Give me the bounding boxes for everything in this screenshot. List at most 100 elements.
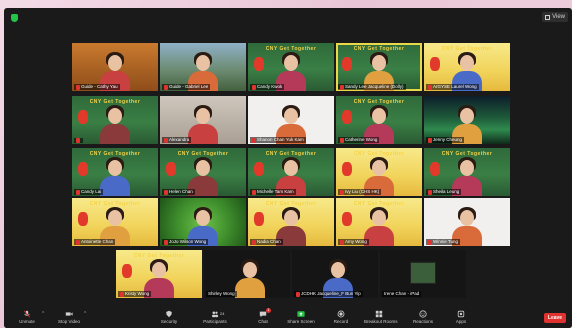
red-lantern-icon [78, 110, 88, 124]
record-button[interactable]: Record [326, 309, 356, 327]
red-lantern-icon [342, 212, 352, 226]
participant-name-label: Helen Chan [162, 189, 195, 195]
participant-name: Candy Kwok [257, 84, 283, 89]
participant-name: ArGYSE Laurel Wong [433, 84, 477, 89]
participant-tile[interactable]: Guide - Cathy Yau [72, 43, 158, 91]
participant-tile[interactable]: CNY Get Together Sheila Leung [424, 148, 510, 196]
chat-button[interactable]: 1 Chat [248, 308, 278, 327]
participant-tile[interactable]: CNY Get Together Helen Chan [160, 148, 246, 196]
participant-name: Kristy Wong [125, 291, 150, 296]
participant-name-label: Candy Lai [74, 189, 104, 195]
participant-name-label: Amy Wong [338, 239, 369, 245]
chat-label: Chat [258, 319, 268, 324]
microphone-muted-icon [76, 239, 80, 245]
video-camera-icon [65, 312, 73, 316]
microphone-muted-icon [252, 239, 256, 245]
participant-tile[interactable]: CNY Get Together Ivy Liu (CHS HK) [336, 148, 422, 196]
security-label: Security [160, 319, 178, 324]
red-lantern-icon [254, 57, 264, 71]
participant-video [188, 104, 218, 144]
participant-tile[interactable]: Guide - Gabriel Lee [160, 43, 246, 91]
microphone-muted-icon [340, 239, 344, 245]
microphone-muted-icon [164, 189, 168, 195]
microphone-muted-icon [340, 137, 344, 143]
participant-name: Shirley Wong [208, 291, 235, 296]
participant-video [100, 156, 130, 196]
shared-ipad-screen [410, 261, 436, 284]
participant-tile[interactable]: CNY Get Together [72, 96, 158, 144]
microphone-muted-icon [120, 291, 124, 297]
participant-tile[interactable]: Irene Chan - iPad [380, 250, 466, 298]
participant-tile[interactable]: CNY Get Together Catherine Wong [336, 96, 422, 144]
record-label: Record [333, 319, 349, 324]
microphone-muted-icon [252, 137, 256, 143]
breakout-rooms-button[interactable]: Breakout Rooms [364, 309, 398, 327]
leave-button[interactable]: Leave [544, 313, 566, 323]
audio-options-chevron-icon[interactable]: ^ [42, 311, 44, 317]
security-button[interactable]: Security [154, 309, 184, 327]
microphone-muted-icon [23, 310, 31, 318]
participant-tile[interactable]: CNY Get Together Candy Kwok [248, 43, 334, 91]
participant-tile[interactable]: Jenny Cheung [424, 96, 510, 144]
participant-tile[interactable]: CNY Get Together Sandy Lee Jacqueline (Do… [336, 43, 422, 91]
participant-name: Michelle Tam Kam [257, 189, 294, 194]
share-screen-button[interactable]: Share Screen [286, 309, 316, 327]
participant-tile[interactable]: CNY Get Together Amy Wong [336, 198, 422, 246]
participant-name-label: Antoinette Chan [74, 239, 116, 245]
participant-tile[interactable]: JoJo Wilson Wong [160, 198, 246, 246]
participant-tile[interactable]: Winnie Tung [424, 198, 510, 246]
red-lantern-icon [78, 212, 88, 226]
participant-tile[interactable]: CNY Get Together Nadia Chan [248, 198, 334, 246]
participant-name: Ivy Liu (CHS HK) [345, 189, 380, 194]
participant-name-label: Shanon Chan Yuk Kam [250, 137, 306, 143]
participant-tile[interactable]: Alexandra [160, 96, 246, 144]
participant-tile[interactable]: CNY Get Together Kristy Wong [116, 250, 202, 298]
participant-name-label: Nadia Chan [250, 239, 283, 245]
share-screen-icon [297, 311, 305, 317]
apps-button[interactable]: Apps [446, 309, 476, 327]
stop-video-label: Stop Video [58, 319, 80, 324]
participant-name-label: Alexandra [162, 137, 192, 143]
participant-tile[interactable]: Shanon Chan Yuk Kam [248, 96, 334, 144]
participant-video [235, 258, 265, 298]
reactions-button[interactable]: Reactions [408, 309, 438, 327]
participant-name-label [74, 138, 83, 143]
participant-tile[interactable]: Shirley Wong [204, 250, 290, 298]
participant-name-label: Winnie Tung [426, 239, 461, 245]
stop-video-button[interactable]: Stop Video [54, 309, 84, 327]
red-lantern-icon [430, 57, 440, 71]
microphone-muted-icon [428, 137, 432, 143]
microphone-muted-icon [252, 189, 256, 195]
participant-name-label: Irene Chan - iPad [382, 291, 422, 297]
microphone-muted-icon [428, 239, 432, 245]
microphone-muted-icon [164, 239, 168, 245]
participant-name: JCDHK Jacqueline_F Bun Yip [301, 291, 361, 296]
participant-name-label: Jenny Cheung [426, 137, 465, 143]
participants-button[interactable]: 24 Participants [200, 309, 230, 327]
participant-name: Nadia Chan [257, 239, 281, 244]
red-lantern-icon [166, 162, 176, 176]
microphone-muted-icon [428, 189, 432, 195]
participant-tile[interactable]: CNY Get Together Candy Lai [72, 148, 158, 196]
participant-video [100, 104, 130, 144]
red-lantern-icon [430, 162, 440, 176]
participant-name: Catherine Wong [345, 137, 378, 142]
microphone-muted-icon [340, 84, 344, 90]
participant-tile[interactable]: CNY Get Together Antoinette Chan [72, 198, 158, 246]
participant-name: Irene Chan - iPad [384, 291, 420, 296]
participant-name-label: Guide - Cathy Yau [74, 84, 120, 90]
participant-tile[interactable]: CNY Get Together Michelle Tam Kam [248, 148, 334, 196]
unmute-button[interactable]: Unmute [12, 309, 42, 327]
participant-tile[interactable]: CNY Get Together ArGYSE Laurel Wong [424, 43, 510, 91]
apps-label: Apps [455, 319, 467, 324]
participant-name-label: Guide - Gabriel Lee [162, 84, 211, 90]
red-lantern-icon [342, 110, 352, 124]
red-lantern-icon [342, 57, 352, 71]
video-options-chevron-icon[interactable]: ^ [84, 311, 86, 317]
participant-tile[interactable]: JCDHK Jacqueline_F Bun Yip [292, 250, 378, 298]
microphone-muted-icon [76, 84, 80, 90]
zoom-window: View Guide - Cathy Yau Guide - Gabriel Le… [4, 8, 572, 328]
microphone-muted-icon [164, 137, 168, 143]
participant-name-label: Michelle Tam Kam [250, 189, 296, 195]
participant-name-label: Sandy Lee Jacqueline (Dolly) [338, 84, 406, 90]
